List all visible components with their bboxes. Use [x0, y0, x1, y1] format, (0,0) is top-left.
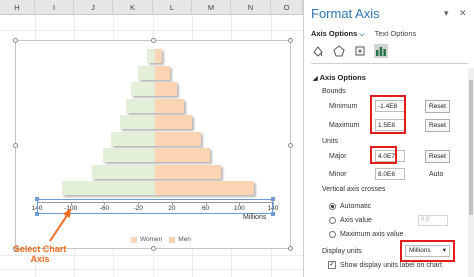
pane-scrollbar-thumb[interactable] [469, 80, 473, 215]
callout-line: Select Chart [13, 244, 67, 254]
size-properties-icon[interactable] [353, 44, 367, 58]
axis-options-section-header[interactable]: ◢ Axis Options [313, 73, 366, 82]
tab-text-options[interactable]: Text Options [375, 29, 417, 39]
minor-input[interactable] [375, 168, 405, 180]
pane-tabs: Axis Options ⌵ Text Options [311, 29, 416, 39]
axis-value-input[interactable]: 0.0 [418, 215, 448, 226]
minimum-reset-button[interactable]: Reset [425, 100, 450, 113]
vertical-axis-crosses-label: Vertical axis crosses [322, 186, 386, 193]
tab-axis-options-label: Axis Options [311, 29, 358, 38]
axis-options-section-title: Axis Options [319, 73, 366, 82]
major-label: Major [329, 153, 347, 160]
bounds-highlight-box [370, 95, 406, 134]
units-label: Units [322, 138, 338, 145]
maximum-axis-value-radio[interactable] [329, 231, 336, 238]
pane-title: Format Axis [311, 6, 380, 21]
bounds-label: Bounds [322, 88, 346, 95]
pane-icon-row [311, 44, 388, 58]
collapse-arrow-icon[interactable]: ◢ [313, 76, 318, 82]
worksheet[interactable]: H I J K L M N O 140 -100 -60 -20 20 60 100 140 … [0, 0, 303, 277]
callout-line: Axis [30, 254, 50, 264]
show-units-checkbox[interactable]: ✓ [328, 261, 336, 269]
format-axis-pane[interactable]: Format Axis ▾ ✕ Axis Options ⌵ Text Optio… [303, 0, 474, 277]
display-units-label: Display units [322, 248, 362, 255]
fill-line-icon[interactable] [311, 44, 325, 58]
minimum-label: Minimum [329, 103, 358, 110]
automatic-radio-label[interactable]: Automatic [340, 203, 371, 210]
minor-label: Minor [329, 171, 347, 178]
tab-axis-options[interactable]: Axis Options ⌵ [311, 29, 365, 39]
close-icon[interactable]: ✕ [459, 8, 467, 19]
major-reset-button[interactable]: Reset [425, 150, 450, 163]
major-highlight-box [370, 146, 397, 164]
show-units-label[interactable]: Show display units label on chart [340, 262, 442, 269]
axis-value-radio[interactable] [329, 217, 336, 224]
chevron-down-icon[interactable]: ⌵ [359, 31, 364, 38]
automatic-radio[interactable] [329, 203, 336, 210]
pane-options-dropdown-icon[interactable]: ▾ [444, 8, 449, 19]
axis-options-icon[interactable] [374, 44, 388, 58]
maximum-label: Maximum [329, 122, 360, 129]
axis-value-radio-label[interactable]: Axis value [340, 217, 372, 224]
display-units-highlight-box [400, 240, 455, 262]
minor-auto-label: Auto [429, 171, 444, 178]
maximum-reset-button[interactable]: Reset [425, 119, 450, 132]
effects-icon[interactable] [332, 44, 346, 58]
pane-divider [311, 63, 468, 64]
callout-arrow [49, 208, 71, 242]
maximum-axis-value-radio-label[interactable]: Maximum axis value [340, 231, 403, 238]
select-chart-axis-callout: Select Chart Axis [3, 244, 77, 264]
